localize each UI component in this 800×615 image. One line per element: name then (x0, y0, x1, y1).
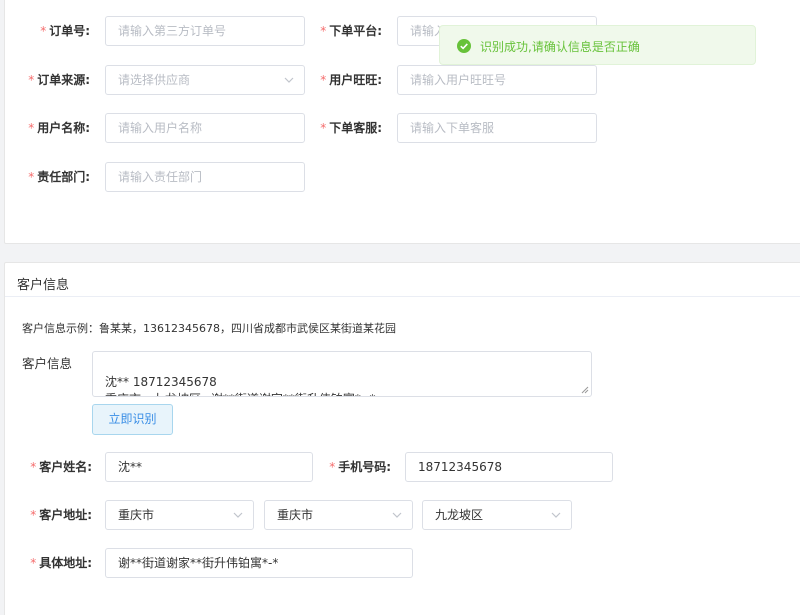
recognize-button[interactable]: 立即识别 (92, 404, 173, 435)
required-asterisk: * (320, 121, 327, 135)
success-check-icon (457, 39, 471, 53)
toast-message: 识别成功,请确认信息是否正确 (480, 40, 640, 54)
required-asterisk: * (30, 508, 37, 522)
city-select[interactable]: 重庆市 (264, 500, 413, 530)
district-select[interactable]: 九龙坡区 (422, 500, 572, 530)
section-title: 客户信息 (17, 278, 70, 293)
resize-handle-icon[interactable] (581, 386, 589, 394)
order-source-select[interactable]: 请选择供应商 (105, 65, 305, 95)
section-divider (5, 296, 800, 297)
username-label: * 用户名称: (28, 121, 90, 135)
required-asterisk: * (28, 170, 35, 184)
required-asterisk: * (30, 460, 37, 474)
username-input[interactable]: 请输入用户名称 (105, 113, 305, 143)
customer-name-label: * 客户姓名: (30, 460, 92, 474)
order-no-label: * 订单号: (40, 24, 90, 38)
customer-info-value: 沈** 18712345678 重庆市—九龙坡区– 谢**街道谢家**街升伟铂寓… (105, 375, 375, 396)
customer-name-input[interactable]: 沈** (105, 452, 313, 482)
required-asterisk: * (28, 121, 35, 135)
customer-example-hint: 客户信息示例：鲁某某，13612345678，四川省成都市武侯区某街道某花园 (22, 322, 396, 335)
wangwang-input[interactable]: 请输入用户旺旺号 (397, 65, 597, 95)
detail-address-input[interactable]: 谢**街道谢家**街升伟铂寓*-* (105, 548, 413, 578)
platform-label: * 下单平台: (320, 24, 382, 38)
required-asterisk: * (320, 24, 327, 38)
required-asterisk: * (30, 556, 37, 570)
order-source-label: * 订单来源: (28, 73, 90, 87)
province-select[interactable]: 重庆市 (105, 500, 254, 530)
phone-input[interactable]: 18712345678 (405, 452, 613, 482)
required-asterisk: * (40, 24, 47, 38)
required-asterisk: * (28, 73, 35, 87)
chevron-down-icon (233, 512, 243, 518)
service-label: * 下单客服: (320, 121, 382, 135)
district-value: 九龙坡区 (435, 508, 484, 522)
province-value: 重庆市 (118, 508, 155, 522)
wangwang-label: * 用户旺旺: (320, 73, 382, 87)
city-value: 重庆市 (277, 508, 314, 522)
required-asterisk: * (320, 73, 327, 87)
dept-label: * 责任部门: (28, 170, 90, 184)
order-no-input[interactable]: 请输入第三方订单号 (105, 16, 305, 46)
success-toast: 识别成功,请确认信息是否正确 (439, 25, 756, 65)
chevron-down-icon (284, 77, 294, 83)
order-source-placeholder: 请选择供应商 (118, 73, 191, 87)
customer-address-label: * 客户地址: (30, 508, 92, 522)
dept-input[interactable]: 请输入责任部门 (105, 162, 305, 192)
required-asterisk: * (329, 460, 336, 474)
service-input[interactable]: 请输入下单客服 (397, 113, 597, 143)
phone-label: * 手机号码: (329, 460, 391, 474)
customer-info-label: 客户信息 (22, 356, 73, 371)
chevron-down-icon (392, 512, 402, 518)
chevron-down-icon (551, 512, 561, 518)
customer-info-textarea[interactable]: 沈** 18712345678 重庆市—九龙坡区– 谢**街道谢家**街升伟铂寓… (92, 351, 592, 397)
detail-address-label: * 具体地址: (30, 556, 92, 570)
